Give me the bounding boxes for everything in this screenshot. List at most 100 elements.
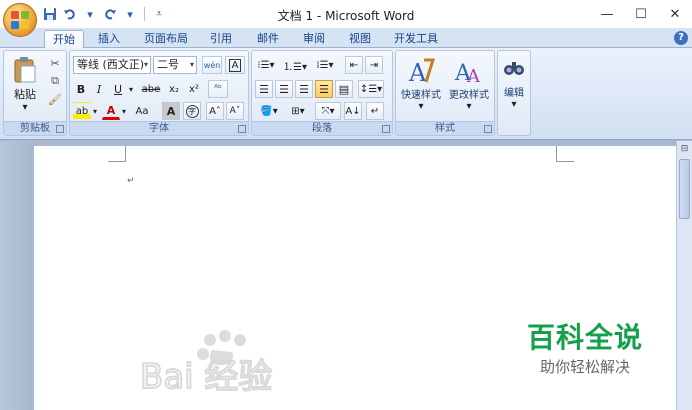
increase-indent-button[interactable]: ⇥ — [365, 56, 383, 74]
binoculars-icon — [504, 62, 524, 75]
font-launcher-icon[interactable] — [238, 125, 246, 133]
char-shading-button[interactable]: A — [162, 102, 180, 120]
chinese-layout-icon: ⤧▾ — [321, 105, 335, 117]
phonetic-guide-button[interactable]: wén — [202, 56, 222, 74]
tab-insert[interactable]: 插入 — [90, 30, 128, 48]
line-spacing-button[interactable]: ↕☰▾ — [358, 80, 384, 98]
align-right-icon: ☰ — [299, 82, 309, 96]
italic-button[interactable]: I — [91, 80, 107, 98]
change-styles-label: 更改样式 — [449, 90, 489, 101]
borders-button[interactable]: ⊞▾ — [285, 102, 311, 120]
clipboard-group: 粘贴 ▾ ✂ ⧉ 🖌 剪贴板 — [3, 50, 67, 136]
copy-icon: ⧉ — [51, 74, 59, 87]
scrollbar-thumb[interactable] — [679, 159, 690, 219]
shrink-font-button[interactable]: A˅ — [226, 102, 244, 120]
cut-button[interactable]: ✂ — [46, 55, 64, 71]
borders-icon: ⊞▾ — [291, 105, 305, 117]
tab-developer[interactable]: 开发工具 — [388, 30, 444, 48]
tab-page-layout[interactable]: 页面布局 — [140, 30, 192, 48]
highlight-dropdown-icon[interactable]: ▾ — [91, 102, 99, 120]
justify-button[interactable]: ☰ — [315, 80, 333, 98]
paragraph-mark-icon: ↵ — [370, 105, 380, 117]
change-styles-button[interactable]: AA 更改样式 ▾ — [446, 53, 492, 115]
copy-button[interactable]: ⧉ — [46, 73, 64, 89]
quick-styles-label: 快速样式 — [401, 90, 441, 101]
tab-mailings[interactable]: 邮件 — [250, 30, 286, 48]
enclose-char-button[interactable]: 字 — [183, 102, 201, 120]
crop-mark-top-left — [108, 146, 126, 162]
font-size-value: 二号 — [157, 58, 179, 71]
customize-qat-icon[interactable]: ⩡ — [151, 6, 167, 22]
svg-text:A: A — [408, 59, 427, 86]
distributed-button[interactable]: ▤ — [335, 80, 353, 98]
change-case-button[interactable]: Aa — [131, 102, 153, 120]
help-icon[interactable]: ? — [674, 31, 688, 45]
redo-dropdown-icon[interactable]: ▾ — [122, 6, 138, 22]
paint-bucket-icon: 🪣▾ — [260, 105, 278, 117]
editing-button[interactable]: 编辑 ▾ — [499, 53, 529, 115]
minimize-button[interactable]: — — [590, 0, 624, 28]
paragraph-mark: ↵ — [127, 176, 135, 186]
left-margin-pane — [0, 141, 34, 410]
editing-label: 编辑 — [504, 88, 524, 99]
close-button[interactable]: ✕ — [658, 0, 692, 28]
watermark-subtitle: 助你轻松解决 — [539, 358, 630, 376]
font-size-select[interactable]: 二号 ▾ — [153, 56, 197, 74]
strikethrough-button[interactable]: abe — [140, 80, 162, 98]
chinese-layout-button[interactable]: ⤧▾ — [315, 102, 341, 120]
grow-font-button[interactable]: A˄ — [206, 102, 224, 120]
clear-format-button[interactable]: ᴬᵇ — [208, 80, 228, 98]
font-group-label: 字体 — [70, 121, 248, 135]
clipboard-launcher-icon[interactable] — [56, 125, 64, 133]
underline-button[interactable]: U — [110, 80, 126, 98]
highlight-button[interactable]: ab — [73, 102, 91, 120]
paste-icon — [14, 56, 36, 82]
align-right-button[interactable]: ☰ — [295, 80, 313, 98]
paste-button[interactable]: 粘贴 ▾ — [8, 53, 42, 115]
shading-button[interactable]: 🪣▾ — [255, 102, 283, 120]
font-name-select[interactable]: 等线 (西文正) ▾ — [73, 56, 151, 74]
bold-button[interactable]: B — [73, 80, 89, 98]
ribbon: 粘贴 ▾ ✂ ⧉ 🖌 剪贴板 等线 (西文正) ▾ 二号 ▾ wén A B I… — [0, 48, 692, 140]
save-icon[interactable] — [42, 6, 58, 22]
justify-icon: ☰ — [319, 82, 329, 96]
undo-dropdown-icon[interactable]: ▾ — [82, 6, 98, 22]
char-border-icon: A — [228, 58, 242, 72]
undo-icon[interactable] — [62, 6, 78, 22]
quick-styles-button[interactable]: A 快速样式 ▾ — [398, 53, 444, 115]
quick-styles-dropdown-icon: ▾ — [418, 101, 424, 112]
show-marks-button[interactable]: ↵ — [366, 102, 384, 120]
subscript-button[interactable]: x₂ — [165, 80, 183, 98]
format-painter-button[interactable]: 🖌 — [46, 91, 64, 107]
wen-icon: wén — [203, 60, 221, 70]
tab-references[interactable]: 引用 — [203, 30, 239, 48]
editing-group: 编辑 ▾ — [497, 50, 531, 136]
font-color-button[interactable]: A — [102, 102, 120, 120]
maximize-button[interactable]: ☐ — [624, 0, 658, 28]
sort-button[interactable]: A↓ — [344, 102, 362, 120]
vertical-scrollbar[interactable]: ⊟ — [676, 141, 692, 410]
paragraph-launcher-icon[interactable] — [382, 125, 390, 133]
ruler-toggle-icon[interactable]: ⊟ — [679, 143, 690, 155]
paragraph-group-label: 段落 — [252, 121, 392, 135]
align-left-button[interactable]: ☰ — [255, 80, 273, 98]
font-group: 等线 (西文正) ▾ 二号 ▾ wén A B I U ▾ abe x₂ x² … — [69, 50, 249, 136]
superscript-button[interactable]: x² — [185, 80, 203, 98]
char-border-button[interactable]: A — [225, 56, 245, 74]
styles-launcher-icon[interactable] — [484, 125, 492, 133]
tab-home[interactable]: 开始 — [44, 30, 84, 49]
svg-text:A: A — [466, 66, 481, 86]
enclosed-char-icon: 字 — [185, 104, 199, 118]
numbering-button[interactable]: ⒈☰▾ — [283, 56, 307, 74]
redo-icon[interactable] — [102, 6, 118, 22]
office-button[interactable] — [3, 3, 37, 37]
align-center-button[interactable]: ☰ — [275, 80, 293, 98]
multilevel-list-button[interactable]: ⁞☰▾ — [312, 56, 338, 74]
decrease-indent-button[interactable]: ⇤ — [345, 56, 363, 74]
bullets-button[interactable]: ⁝☰▾ — [255, 56, 277, 74]
font-color-dropdown-icon[interactable]: ▾ — [120, 102, 128, 120]
tab-view[interactable]: 视图 — [342, 30, 378, 48]
underline-dropdown-icon[interactable]: ▾ — [126, 80, 136, 98]
tab-review[interactable]: 审阅 — [296, 30, 332, 48]
baidu-jingyan-logo: Bai 经验 — [140, 330, 273, 398]
